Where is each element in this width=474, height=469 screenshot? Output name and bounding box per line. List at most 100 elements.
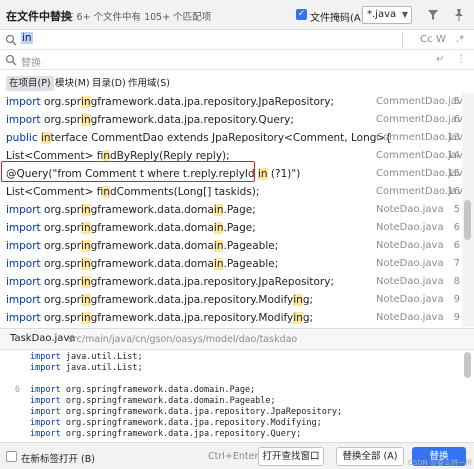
code-text: import org.springframework.data.domain.P… <box>30 385 256 395</box>
preview-file-path: src/main/java/cn/gson/oasys/model/dao/ta… <box>68 334 298 345</box>
tab-scope[interactable]: 作用域(S) <box>125 76 173 91</box>
result-code: List<Comment> findComments(Long[] taskid… <box>6 186 260 198</box>
result-line-number: 6 <box>453 240 460 251</box>
result-file: NoteDao.java <box>376 222 444 233</box>
result-code: import org.springframework.data.jpa.repo… <box>6 312 314 324</box>
file-mask-label: 文件掩码(A): <box>310 13 369 24</box>
result-line-number: 7 <box>453 258 460 269</box>
result-file: NoteDao.java <box>376 258 444 269</box>
replace-input[interactable]: 替换 <box>21 54 41 69</box>
tab-module[interactable]: 模块(M) <box>52 76 93 91</box>
result-line-number: 14 <box>447 150 460 161</box>
more-options-icon[interactable]: ⋮ <box>456 54 466 65</box>
result-row[interactable]: import org.springframework.data.jpa.repo… <box>0 273 462 291</box>
match-highlight: in <box>81 312 91 324</box>
result-row[interactable]: import org.springframework.data.domain.P… <box>0 201 462 219</box>
result-row[interactable]: List<Comment> findComments(Long[] taskid… <box>0 183 462 201</box>
match-highlight: in <box>81 240 91 252</box>
keyword: import <box>6 312 45 324</box>
keyword: import <box>30 363 66 373</box>
result-line-number: 8 <box>453 276 460 287</box>
code-line: import java.util.List; <box>0 363 462 374</box>
new-line-icon[interactable]: ↵ <box>436 54 444 65</box>
open-in-new-tab-checkbox[interactable] <box>6 451 17 462</box>
watermark: CSDN @要么拼一拼 <box>407 459 472 467</box>
match-highlight: in <box>258 168 268 180</box>
keyword: import <box>6 240 45 252</box>
tab-directory[interactable]: 目录(D) <box>89 76 129 91</box>
pin-icon[interactable] <box>452 8 466 22</box>
divider <box>402 33 403 47</box>
match-highlight: in <box>81 294 91 306</box>
result-code: import org.springframework.data.jpa.repo… <box>6 114 294 126</box>
result-line-number: 13 <box>447 132 460 143</box>
whole-words-toggle[interactable]: W <box>436 34 446 45</box>
match-highlight: in <box>81 222 91 234</box>
file-mask-value: *.java <box>367 9 397 20</box>
preview-scrollbar-thumb[interactable] <box>464 352 471 378</box>
keyword: import <box>30 429 66 439</box>
match-highlight: in <box>81 114 91 126</box>
match-highlight: in <box>213 222 224 234</box>
dialog-footer: 在新标签打开 (B) Ctrl+Enter 打开查找窗口 替换全部 (A) 替换… <box>0 442 474 469</box>
line-number: 6 <box>14 385 20 395</box>
results-list[interactable]: import org.springframework.data.jpa.repo… <box>0 93 462 327</box>
annotation-highlight-box <box>1 161 255 182</box>
result-file: NoteDao.java <box>376 204 444 215</box>
result-file: NoteDao.java <box>376 294 444 305</box>
filter-icon[interactable] <box>426 8 440 22</box>
result-row[interactable]: import org.springframework.data.domain.P… <box>0 219 462 237</box>
tab-project[interactable]: 在项目(P) <box>6 76 54 91</box>
search-icon[interactable] <box>5 34 17 46</box>
result-line-number: 5 <box>453 204 460 215</box>
regex-toggle[interactable]: .* <box>456 34 464 45</box>
replace-all-button[interactable]: 替换全部 (A) <box>336 447 404 466</box>
result-row[interactable]: import org.springframework.data.jpa.repo… <box>0 291 462 309</box>
match-highlight: in <box>103 186 111 198</box>
keyword: import <box>6 258 45 270</box>
search-icon <box>5 54 17 66</box>
result-row[interactable]: import org.springframework.data.jpa.repo… <box>0 111 462 129</box>
result-code: import org.springframework.data.jpa.repo… <box>6 96 335 108</box>
search-row: in Cc W .* <box>0 30 474 50</box>
result-row[interactable]: import org.springframework.data.domain.P… <box>0 237 462 255</box>
keyword: import <box>30 396 66 406</box>
result-code: import org.springframework.data.domain.P… <box>6 258 279 270</box>
match-highlight: in <box>81 276 91 288</box>
match-highlight: in <box>81 258 91 270</box>
keyword: public <box>6 132 41 144</box>
code-line: 6 import org.springframework.data.domain.… <box>0 385 462 396</box>
keyword: import <box>6 276 45 288</box>
result-file: CommentDao.java <box>376 114 462 125</box>
file-mask-checkbox[interactable]: ✓ <box>296 9 307 20</box>
result-row[interactable]: import org.springframework.data.jpa.repo… <box>0 309 462 327</box>
match-highlight: in <box>213 204 224 216</box>
open-find-window-button[interactable]: 打开查找窗口 <box>258 447 324 466</box>
file-mask-select[interactable]: *.java ▼ <box>362 6 412 24</box>
keyword: import <box>6 204 45 216</box>
match-case-toggle[interactable]: Cc <box>420 34 432 45</box>
open-in-new-tab-label: 在新标签打开 (B) <box>21 454 95 465</box>
match-highlight: in <box>293 294 303 306</box>
preview-file-name: TaskDao.java <box>10 333 76 344</box>
result-row[interactable]: import org.springframework.data.domain.P… <box>0 255 462 273</box>
replace-row: 替换 ↵ ⋮ <box>0 50 474 70</box>
code-text: import org.springframework.data.domain.P… <box>30 396 276 406</box>
code-line: import org.springframework.data.domain.P… <box>0 396 462 407</box>
result-line-number: 9 <box>453 312 460 323</box>
code-line: import org.springframework.data.jpa.repo… <box>0 407 462 418</box>
code-preview[interactable]: import java.util.List; import java.util.L… <box>0 350 474 442</box>
result-row[interactable]: import org.springframework.data.jpa.repo… <box>0 93 462 111</box>
result-code: public interface CommentDao extends JpaR… <box>6 132 392 144</box>
result-line-number: 6 <box>453 222 460 233</box>
chevron-down-icon: ▼ <box>401 10 408 19</box>
result-line-number: 9 <box>453 294 460 305</box>
keyword: import <box>30 407 66 417</box>
scope-tabs: 在项目(P) 模块(M) 目录(D) 作用域(S) <box>0 72 474 94</box>
results-scrollbar-thumb[interactable] <box>464 200 471 240</box>
match-summary: 在 6+ 个文件中有 105+ 个匹配项 <box>64 12 212 23</box>
result-file: NoteDao.java <box>376 240 444 251</box>
result-row[interactable]: public interface CommentDao extends JpaR… <box>0 129 462 147</box>
search-input[interactable]: in <box>21 32 321 48</box>
